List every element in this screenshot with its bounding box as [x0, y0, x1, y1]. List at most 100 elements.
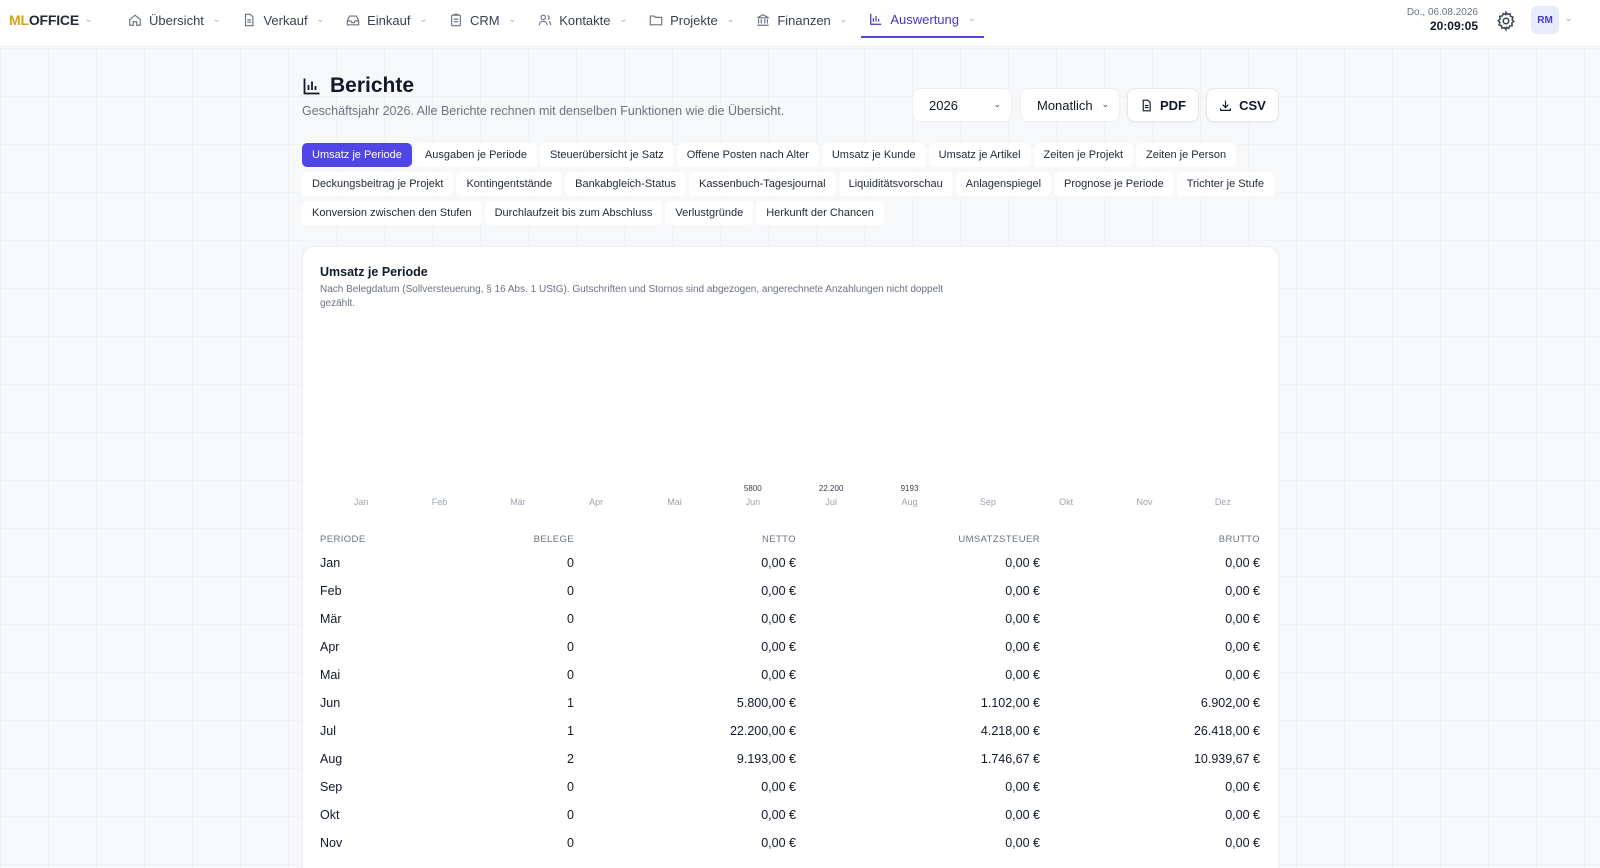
chevron-down-icon[interactable]: ⌄: [1565, 13, 1573, 24]
chart-bar-jul[interactable]: [817, 347, 845, 487]
nav-item-kontakte[interactable]: Kontakte ⌄: [530, 2, 635, 38]
year-select-value: 2026: [929, 97, 958, 113]
chevron-down-icon: ⌄: [839, 13, 848, 24]
tab-offene-posten-nach-alter[interactable]: Offene Posten nach Alter: [676, 143, 819, 167]
csv-export-button[interactable]: CSV: [1206, 88, 1279, 122]
tab-anlagenspiegel[interactable]: Anlagenspiegel: [955, 172, 1052, 196]
tab-herkunft-der-chancen[interactable]: Herkunft der Chancen: [756, 201, 884, 225]
chart-tick-label: Mär: [510, 497, 526, 507]
csv-export-label: CSV: [1239, 97, 1266, 113]
table-cell: 1: [567, 696, 574, 710]
table-cell: 0,00 €: [761, 808, 796, 822]
chevron-down-icon: ⌄: [419, 13, 428, 24]
table-cell: 0,00 €: [1225, 584, 1260, 598]
nav-item-uebersicht[interactable]: Übersicht ⌄: [120, 2, 228, 38]
chevron-down-icon: ⌄: [316, 13, 325, 24]
current-time: 20:09:05: [1429, 19, 1478, 33]
period-select-value: Monatlich: [1037, 97, 1093, 113]
chevron-down-icon: ⌄: [968, 12, 976, 23]
table-cell: 0,00 €: [1005, 780, 1040, 794]
tab-zeiten-je-person[interactable]: Zeiten je Person: [1136, 143, 1237, 167]
chart-tick-label: Jun: [746, 497, 761, 507]
table-cell: 1.746,67 €: [980, 752, 1040, 766]
report-title: Umsatz je Periode: [320, 265, 428, 279]
table-cell: 0,00 €: [1225, 836, 1260, 850]
table-row: Jun 1 5.800,00 € 1.102,00 € 6.902,00 €: [320, 689, 1260, 717]
nav-item-label: Verkauf: [263, 12, 308, 28]
brand-logo[interactable]: MLOFFICE ⌄: [9, 12, 93, 28]
table-cell: 0,00 €: [1005, 668, 1040, 682]
table-cell: 0,00 €: [761, 584, 796, 598]
tab-liquiditätsvorschau[interactable]: Liquiditätsvorschau: [838, 172, 953, 196]
table-cell: Mär: [320, 612, 342, 626]
nav-item-finanzen[interactable]: Finanzen ⌄: [748, 2, 855, 38]
table-row: Sep 0 0,00 € 0,00 € 0,00 €: [320, 773, 1260, 801]
report-description: Nach Belegdatum (Sollversteuerung, § 16 …: [320, 284, 944, 309]
chevron-down-icon: ⌄: [619, 13, 628, 24]
chevron-down-icon: ⌄: [1101, 98, 1109, 109]
chart-canvas: Jan Feb Mär Apr Mai 5800 Jun 22.200 Jul 9193 Aug Se…: [354, 347, 1232, 507]
tab-umsatz-je-artikel[interactable]: Umsatz je Artikel: [928, 143, 1031, 167]
chart-tick-label: Nov: [1136, 497, 1153, 507]
table-row: Mär 0 0,00 € 0,00 € 0,00 €: [320, 605, 1260, 633]
tab-umsatz-je-kunde[interactable]: Umsatz je Kunde: [821, 143, 926, 167]
nav-item-label: Auswertung: [890, 11, 959, 27]
brand-ml: ML: [9, 12, 29, 28]
tab-bankabgleich-status[interactable]: Bankabgleich-Status: [565, 172, 687, 196]
chevron-down-icon: ⌄: [726, 13, 735, 24]
table-cell: Feb: [320, 584, 342, 598]
revenue-table: PERIODE BELEGE NETTO UMSATZSTEUER BRUTTO Jan…: [320, 529, 1260, 857]
tab-deckungsbeitrag-je-projekt[interactable]: Deckungsbeitrag je Projekt: [302, 172, 454, 196]
chart-bar-aug[interactable]: [896, 429, 924, 487]
column-header: BELEGE: [533, 533, 574, 545]
download-icon: [1220, 100, 1232, 111]
table-cell: 0,00 €: [1225, 668, 1260, 682]
chart-tick-label: Jul: [825, 497, 837, 507]
chart-value-label: 5800: [744, 484, 762, 493]
chart-tick-label: Dez: [1215, 497, 1232, 507]
nav-item-projekte[interactable]: Projekte ⌄: [641, 2, 742, 38]
table-cell: 0,00 €: [1005, 640, 1040, 654]
table-cell: 0,00 €: [761, 668, 796, 682]
tab-kontingentstände[interactable]: Kontingentstände: [456, 172, 563, 196]
tab-konversion-zwischen-den-stufen[interactable]: Konversion zwischen den Stufen: [302, 201, 482, 225]
tab-zeiten-je-projekt[interactable]: Zeiten je Projekt: [1033, 143, 1134, 167]
tab-kassenbuch-tagesjournal[interactable]: Kassenbuch-Tagesjournal: [689, 172, 836, 196]
table-cell: 0: [567, 808, 574, 822]
gear-icon[interactable]: [1495, 10, 1517, 32]
tab-trichter-je-stufe[interactable]: Trichter je Stufe: [1176, 172, 1274, 196]
table-row: Apr 0 0,00 € 0,00 € 0,00 €: [320, 633, 1260, 661]
table-cell: 0: [567, 640, 574, 654]
avatar[interactable]: RM: [1531, 6, 1559, 34]
column-header: UMSATZSTEUER: [958, 533, 1040, 545]
chart-tick-label: Apr: [589, 497, 603, 507]
tab-durchlaufzeit-bis-zum-abschluss[interactable]: Durchlaufzeit bis zum Abschluss: [484, 201, 663, 225]
tab-steuerübersicht-je-satz[interactable]: Steuerübersicht je Satz: [540, 143, 674, 167]
nav-item-verkauf[interactable]: Verkauf ⌄: [234, 2, 332, 38]
table-cell: 5.800,00 €: [736, 696, 796, 710]
table-cell: 22.200,00 €: [729, 724, 796, 738]
table-cell: 1.102,00 €: [980, 696, 1040, 710]
chevron-down-icon: ⌄: [212, 13, 221, 24]
tab-verlustgründe[interactable]: Verlustgründe: [665, 201, 754, 225]
nav-item-crm[interactable]: CRM ⌄: [441, 2, 524, 38]
pdf-export-button[interactable]: PDF: [1127, 88, 1199, 122]
nav-item-label: Kontakte: [559, 12, 611, 28]
table-cell: 0,00 €: [761, 836, 796, 850]
period-select[interactable]: Monatlich ⌄: [1020, 88, 1120, 122]
chart-bar-jun[interactable]: [739, 450, 767, 487]
tab-prognose-je-periode[interactable]: Prognose je Periode: [1054, 172, 1174, 196]
tab-ausgaben-je-periode[interactable]: Ausgaben je Periode: [414, 143, 538, 167]
column-header: BRUTTO: [1218, 533, 1260, 545]
chevron-down-icon: ⌄: [84, 13, 93, 24]
year-select[interactable]: 2026 ⌄: [912, 88, 1012, 122]
nav-item-auswertung[interactable]: Auswertung ⌄: [861, 2, 984, 38]
table-cell: 1: [567, 724, 574, 738]
date-time-display: Do., 06.08.2026 20:09:05: [1407, 7, 1478, 33]
nav-item-einkauf[interactable]: Einkauf ⌄: [338, 2, 435, 38]
table-cell: Okt: [320, 808, 340, 822]
table-cell: Sep: [320, 780, 343, 794]
table-cell: 0,00 €: [761, 640, 796, 654]
tab-umsatz-je-periode[interactable]: Umsatz je Periode: [302, 143, 412, 167]
table-row: Mai 0 0,00 € 0,00 € 0,00 €: [320, 661, 1260, 689]
